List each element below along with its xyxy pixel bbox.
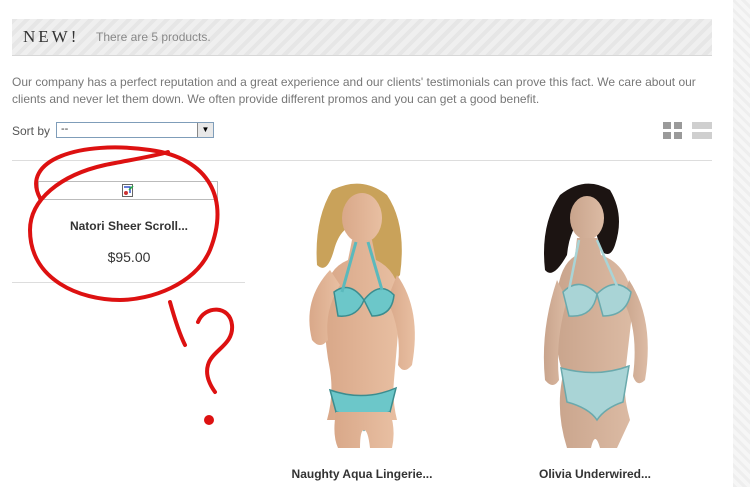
product-name[interactable]: Natori Sheer Scroll... [29, 219, 229, 233]
product-image[interactable] [272, 180, 452, 448]
page-background-pattern [733, 0, 750, 487]
chevron-down-icon[interactable]: ▼ [197, 123, 213, 137]
broken-image-icon [122, 184, 134, 197]
page-title: NEW! [23, 27, 80, 46]
product-price: $95.00 [107, 249, 151, 265]
card-divider [12, 282, 245, 283]
grid-view-icon[interactable] [663, 122, 683, 140]
product-image-broken[interactable] [38, 181, 218, 200]
divider [12, 160, 712, 161]
list-view-icon[interactable] [692, 122, 712, 140]
sort-label: Sort by [12, 124, 51, 138]
product-name[interactable]: Olivia Underwired... [495, 467, 695, 481]
product-count: There are 5 products. [96, 30, 211, 44]
sort-selected-value: -- [61, 123, 69, 135]
category-description: Our company has a perfect reputation and… [12, 75, 696, 106]
sort-select[interactable]: -- ▼ [56, 122, 214, 138]
product-name[interactable]: Naughty Aqua Lingerie... [262, 467, 462, 481]
category-header: NEW! There are 5 products. [12, 19, 712, 56]
product-image[interactable] [505, 180, 685, 448]
